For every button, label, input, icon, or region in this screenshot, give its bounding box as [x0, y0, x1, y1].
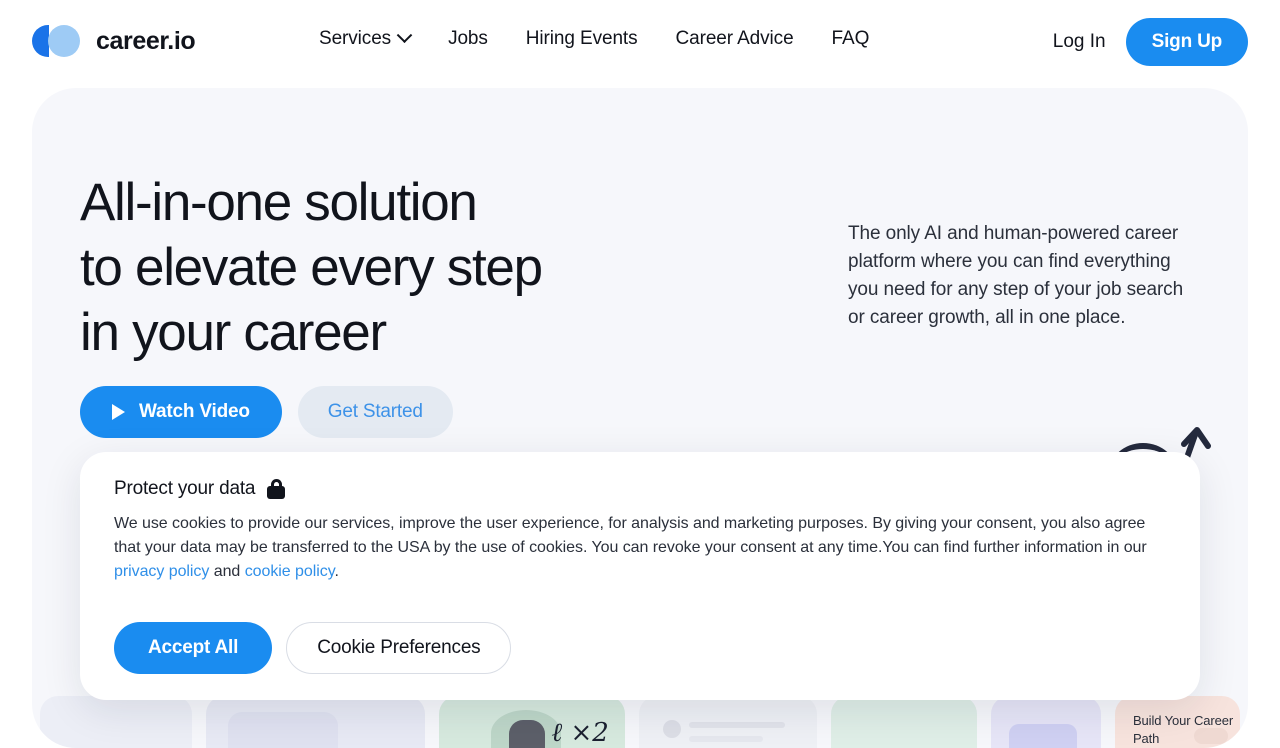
site-header: career.io Services Jobs Hiring Events Ca… — [0, 0, 1280, 88]
cookie-banner-header: Protect your data — [114, 478, 1166, 500]
nav-item-career-advice[interactable]: Career Advice — [657, 28, 813, 50]
cookie-banner-text: We use cookies to provide our services, … — [114, 512, 1154, 584]
preview-card[interactable]: ℓ ×2 — [439, 696, 626, 748]
card-placeholder-shape — [1194, 728, 1228, 744]
preview-card[interactable] — [205, 696, 426, 748]
card-person-avatar — [509, 720, 546, 748]
cookie-banner-title: Protect your data — [114, 478, 256, 499]
preview-card[interactable] — [991, 696, 1101, 748]
nav-label-services: Services — [319, 28, 392, 49]
nav-item-jobs[interactable]: Jobs — [429, 28, 507, 50]
card-text-line — [689, 722, 786, 728]
cookie-text-conjunction: and — [209, 563, 245, 580]
nav-item-hiring-events[interactable]: Hiring Events — [507, 28, 657, 50]
card-placeholder-shape — [227, 712, 338, 748]
watch-video-label: Watch Video — [139, 401, 250, 422]
preview-card[interactable] — [831, 696, 978, 748]
cookie-text-part1: We use cookies to provide our services, … — [114, 515, 1147, 556]
career-io-logo-icon — [32, 22, 84, 60]
play-icon — [112, 404, 125, 420]
privacy-policy-link[interactable]: privacy policy — [114, 563, 209, 580]
preview-card[interactable] — [639, 696, 818, 748]
preview-card-strip: ℓ ×2 Build Your Career Path — [32, 696, 1248, 748]
header-actions: Log In Sign Up — [1033, 18, 1248, 66]
watch-video-button[interactable]: Watch Video — [80, 386, 282, 438]
brand-logo[interactable]: career.io — [32, 22, 196, 60]
login-link[interactable]: Log In — [1033, 31, 1126, 53]
cookie-text-end: . — [334, 563, 339, 580]
lock-body — [267, 486, 286, 499]
hero-subtitle: The only AI and human-powered career pla… — [848, 223, 1184, 328]
cookie-preferences-button[interactable]: Cookie Preferences — [286, 622, 512, 674]
logo-half-circle — [32, 25, 49, 57]
card-placeholder-shape — [1009, 724, 1078, 748]
logo-circle — [48, 25, 80, 57]
avatar — [663, 720, 682, 738]
accept-all-button[interactable]: Accept All — [114, 622, 273, 674]
main-nav: Services Jobs Hiring Events Career Advic… — [300, 26, 889, 50]
page-title: All-in-one solution to elevate every ste… — [80, 173, 543, 362]
nav-item-faq[interactable]: FAQ — [813, 28, 889, 50]
card-script-mark: ℓ ×2 — [551, 718, 609, 748]
get-started-button[interactable]: Get Started — [297, 386, 453, 438]
nav-item-services[interactable]: Services — [300, 26, 429, 50]
chevron-down-icon[interactable] — [396, 26, 413, 43]
cookie-banner-actions: Accept All Cookie Preferences — [114, 622, 512, 674]
brand-name: career.io — [96, 26, 196, 55]
card-text-line — [689, 736, 764, 742]
signup-button[interactable]: Sign Up — [1125, 18, 1248, 66]
cookie-policy-link[interactable]: cookie policy — [245, 563, 335, 580]
hero-cta-group: Watch Video Get Started — [80, 386, 453, 438]
cookie-consent-banner: Protect your data We use cookies to prov… — [80, 452, 1200, 700]
lock-icon — [267, 479, 286, 499]
preview-card[interactable] — [40, 696, 192, 748]
preview-card-career-path[interactable]: Build Your Career Path — [1114, 696, 1240, 748]
